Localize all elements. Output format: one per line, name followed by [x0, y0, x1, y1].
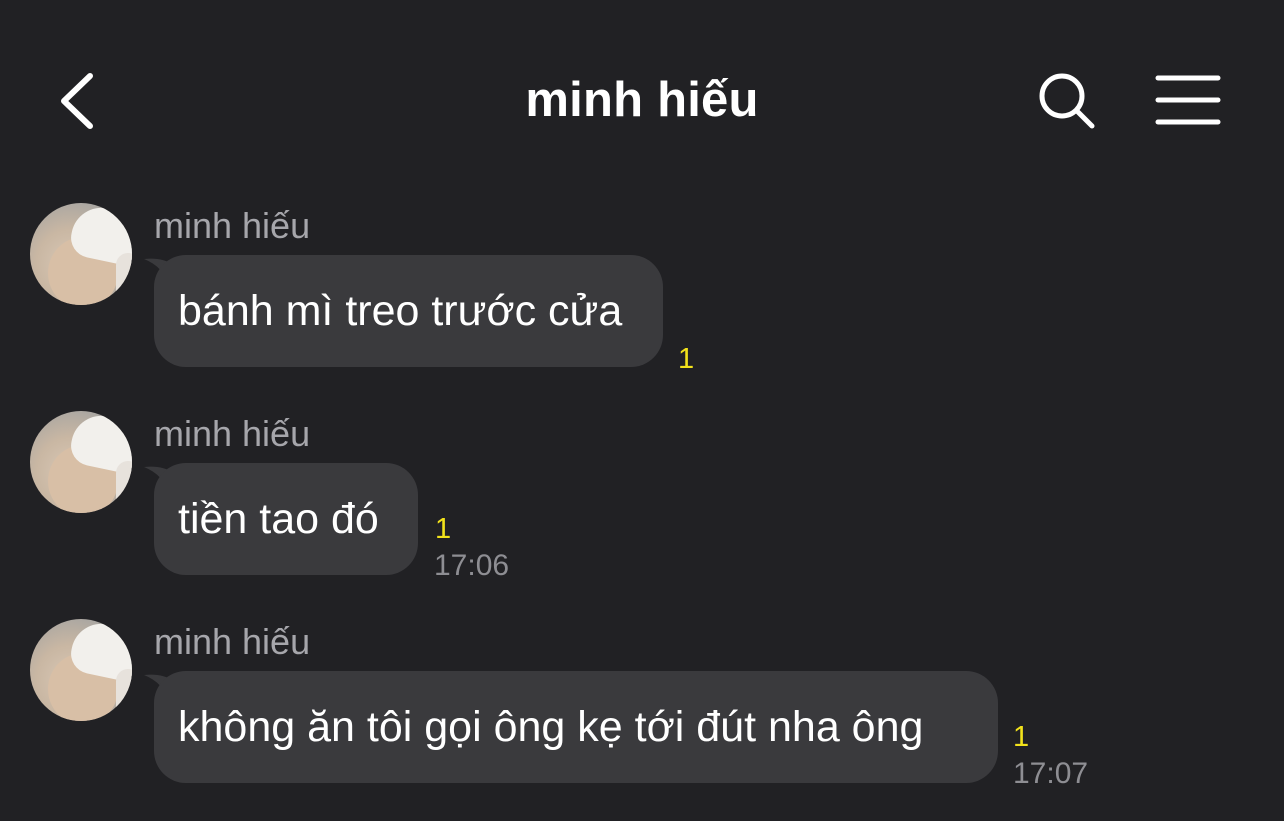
menu-button[interactable] [1152, 70, 1224, 130]
message-time: 17:06 [434, 549, 510, 582]
message-time: 17:07 [1013, 757, 1089, 790]
message-bubble[interactable]: không ăn tôi gọi ông kẹ tới đút nha ông [154, 671, 998, 783]
search-icon [1039, 73, 1095, 129]
unread-count: 1 [678, 343, 695, 375]
message-group: minh hiếu bánh mì treo trước cửa 1 [0, 203, 1284, 393]
sender-name: minh hiếu [154, 413, 311, 454]
unread-count: 1 [435, 513, 452, 545]
avatar[interactable] [30, 411, 132, 513]
sender-name: minh hiếu [154, 205, 311, 246]
message-bubble[interactable]: tiền tao đó [154, 463, 418, 575]
search-button[interactable] [1034, 68, 1100, 134]
chat-header: minh hiếu [0, 0, 1284, 200]
hamburger-menu-icon [1155, 75, 1221, 125]
message-group: minh hiếu tiền tao đó 1 17:06 [0, 411, 1284, 601]
message-group: minh hiếu không ăn tôi gọi ông kẹ tới đú… [0, 619, 1284, 809]
avatar[interactable] [30, 619, 132, 721]
avatar[interactable] [30, 203, 132, 305]
message-bubble[interactable]: bánh mì treo trước cửa [154, 255, 663, 367]
unread-count: 1 [1013, 721, 1030, 753]
sender-name: minh hiếu [154, 621, 311, 662]
